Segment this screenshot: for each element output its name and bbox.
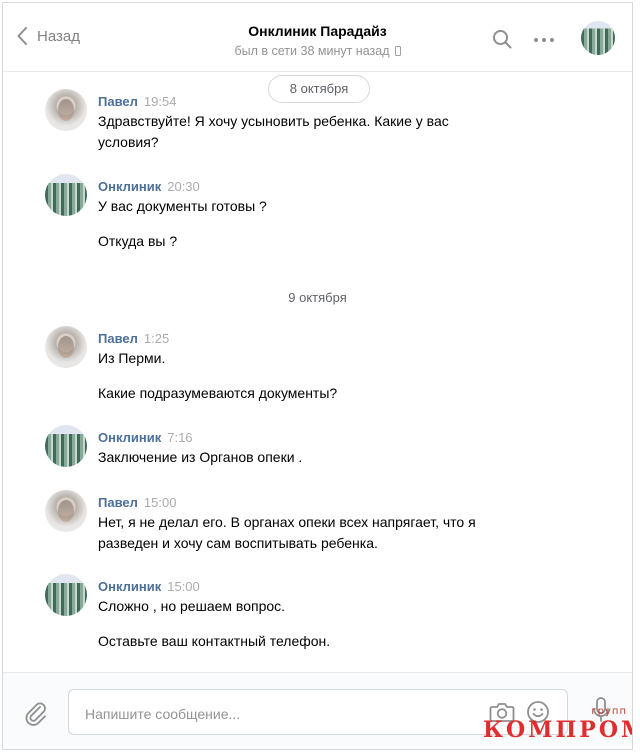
search-icon[interactable] [492, 29, 512, 49]
page-title[interactable]: Онклиник Парадайз [3, 23, 632, 39]
message-text: Откуда вы ? [98, 233, 178, 249]
message-input[interactable] [83, 703, 477, 725]
message-author[interactable]: Павел [98, 495, 138, 510]
message: Павел 15:00 Нет, я не делал его. В органа… [98, 495, 598, 554]
message-author[interactable]: Онклиник [98, 430, 161, 445]
avatar[interactable] [45, 174, 87, 216]
message: Павел 19:54 Здравствуйте! Я хочу усыновит… [98, 94, 598, 153]
message-author[interactable]: Онклиник [98, 579, 161, 594]
mobile-phone-icon [394, 46, 401, 56]
message-time: 15:00 [167, 579, 200, 594]
message-text: Нет, я не делал его. В органах опеки все… [98, 514, 476, 551]
message: Онклиник 20:30 У вас документы готовы ? О… [98, 179, 598, 252]
message-time: 1:25 [143, 331, 170, 346]
message-time: 20:30 [167, 179, 200, 194]
avatar[interactable] [45, 326, 87, 368]
watermark: групп КОМПРОМАТ [483, 706, 632, 749]
message-time: 7:16 [167, 430, 193, 445]
message: Онклиник 15:00 Сложно , но решаем вопрос.… [98, 579, 598, 652]
avatar[interactable] [45, 490, 87, 532]
message-text: Оставьте ваш контактный телефон. [98, 633, 331, 649]
date-separator: 9 октября [288, 290, 347, 305]
paperclip-icon[interactable] [24, 701, 48, 727]
online-status: был в сети 38 минут назад [235, 44, 401, 58]
chat-header: Назад Онклиник Парадайз был в сети 38 ми… [3, 3, 632, 72]
message-text: У вас документы готовы ? [98, 198, 267, 214]
message-author[interactable]: Павел [98, 94, 138, 109]
chat-avatar[interactable] [581, 21, 615, 55]
chat-window: Назад Онклиник Парадайз был в сети 38 ми… [2, 2, 633, 750]
avatar[interactable] [45, 574, 87, 616]
watermark-small-text: групп [591, 706, 627, 717]
status-text: был в сети 38 минут назад [234, 44, 390, 58]
avatar[interactable] [45, 425, 87, 467]
message-text: Какие подразумеваются документы? [98, 385, 338, 401]
more-icon[interactable] [534, 38, 554, 42]
message-text: Сложно , но решаем вопрос. [98, 598, 286, 614]
message-author[interactable]: Павел [98, 331, 138, 346]
message: Онклиник 7:16 Заключение из Органов опеки… [98, 430, 598, 468]
avatar[interactable] [45, 89, 87, 131]
message-text: Здравствуйте! Я хочу усыновить ребенка. … [98, 113, 449, 150]
message-text: Из Перми. [98, 350, 166, 366]
watermark-text: КОМПРОМАТ [483, 717, 632, 743]
message-author[interactable]: Онклиник [98, 179, 161, 194]
message: Павел 1:25 Из Перми. Какие подразумеваютс… [98, 331, 598, 404]
message-time: 19:54 [143, 94, 177, 109]
message-text: Заключение из Органов опеки . [98, 449, 303, 465]
message-time: 15:00 [143, 495, 177, 510]
